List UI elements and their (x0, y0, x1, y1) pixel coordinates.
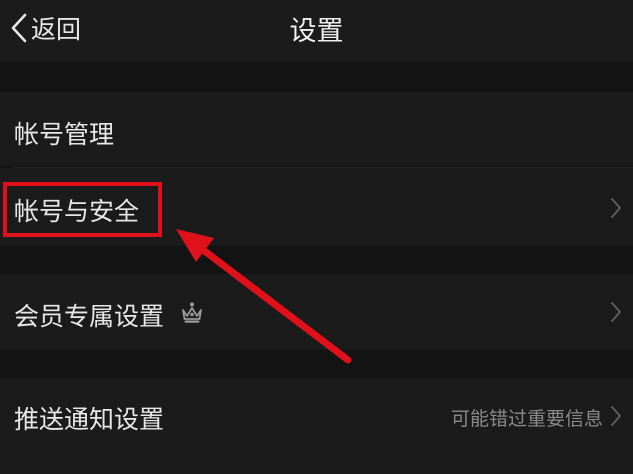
chevron-right-icon (611, 302, 621, 322)
settings-item-label: 帐号与安全 (14, 197, 140, 226)
settings-screen: 返回 设置 帐号管理 帐号与安全 会员专属设置 推送通知设置 可能错过重要信息 (0, 0, 633, 474)
settings-item-label: 会员专属设置 (14, 302, 165, 331)
chevron-right-icon (611, 198, 621, 218)
navigation-bar: 返回 设置 (0, 0, 633, 62)
settings-item-label: 推送通知设置 (14, 405, 165, 434)
settings-item-member-settings[interactable]: 会员专属设置 (0, 274, 633, 350)
settings-item-account-management[interactable]: 帐号管理 (0, 92, 633, 166)
crown-icon (182, 302, 202, 323)
settings-item-account-security[interactable]: 帐号与安全 (0, 168, 633, 246)
settings-item-label: 帐号管理 (14, 120, 115, 149)
settings-item-push-settings[interactable]: 推送通知设置 可能错过重要信息 (0, 378, 633, 474)
chevron-right-icon (611, 406, 621, 426)
page-title: 设置 (289, 16, 344, 47)
push-setting-value: 可能错过重要信息 (450, 408, 603, 430)
